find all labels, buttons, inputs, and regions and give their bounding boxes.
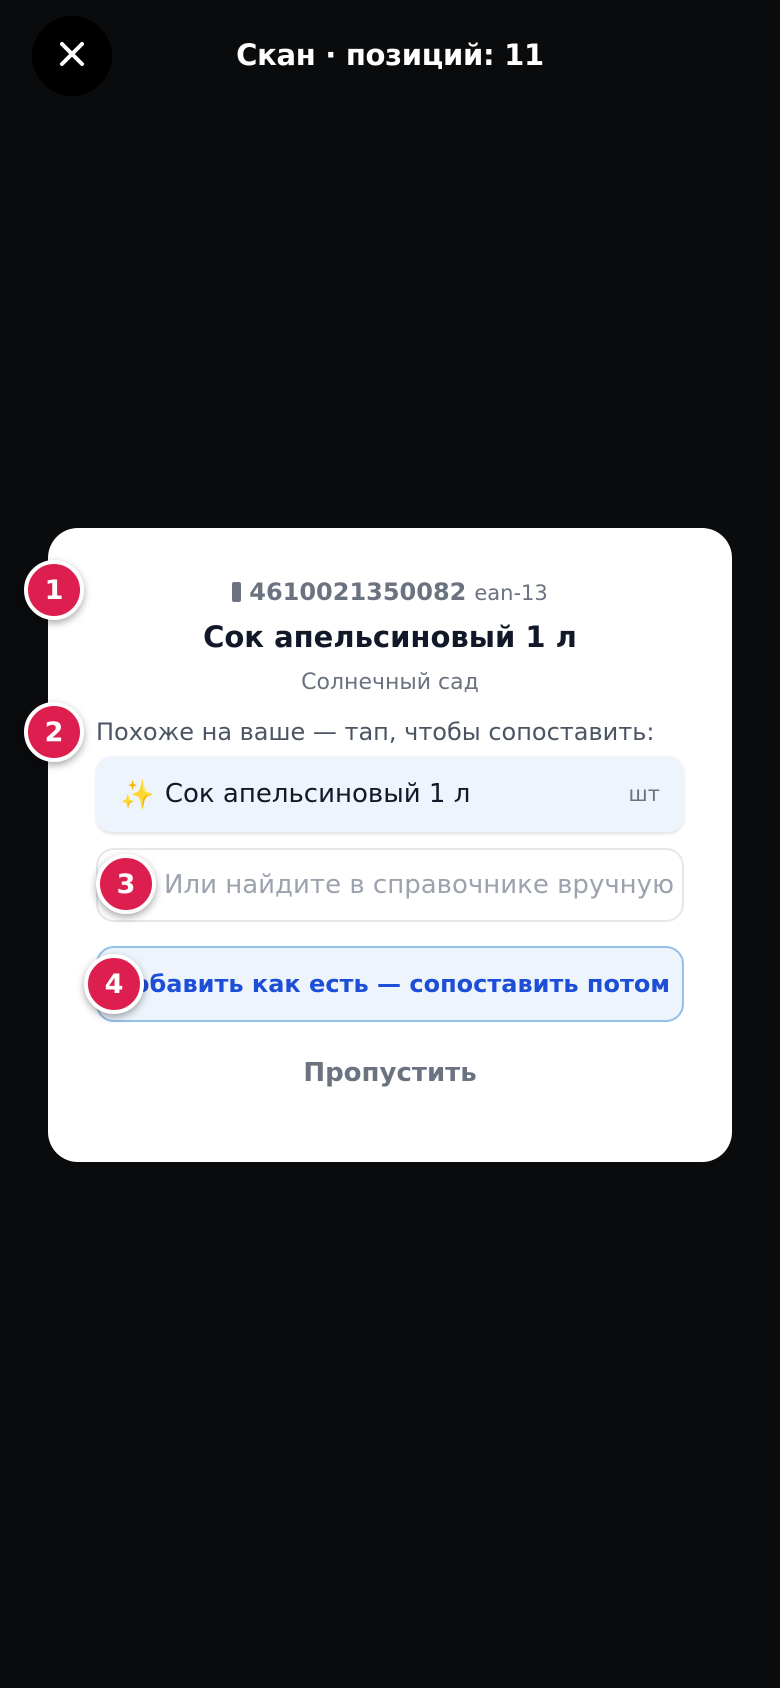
suggestion-name: Сок апельсиновый 1 л [164,779,471,809]
match-card: 4610021350082 ean-13 Сок апельсиновый 1 л… [48,528,732,1162]
top-bar: Скан · позиций: 11 [0,0,780,120]
barcode-icon [232,582,242,602]
suggestion-item[interactable]: ✨ Сок апельсиновый 1 л шт [96,756,684,832]
search-field[interactable] [96,848,684,922]
search-input[interactable] [98,850,682,920]
product-brand: Солнечный сад [301,670,479,695]
product-name: Сок апельсиновый 1 л [203,620,577,654]
match-hint: Похоже на ваше — тап, чтобы сопоставить: [96,718,655,746]
step-badge-4: 4 [84,954,144,1014]
step-badge-3: 3 [96,854,156,914]
barcode-number: 4610021350082 [249,578,467,606]
skip-button[interactable]: Пропустить [48,1058,732,1088]
add-as-is-button[interactable]: Добавить как есть — сопоставить потом [96,946,684,1022]
barcode-line: 4610021350082 ean-13 [48,578,732,606]
step-badge-2: 2 [24,702,84,762]
suggestion-unit: шт [628,782,660,806]
step-badge-1: 1 [24,560,84,620]
sparkles-icon: ✨ [120,777,155,811]
barcode-format: ean-13 [474,581,548,605]
page-title: Скан · позиций: 11 [236,38,544,72]
scan-screen: Скан · позиций: 11 4610021350082 ean-13 С… [0,0,780,1688]
